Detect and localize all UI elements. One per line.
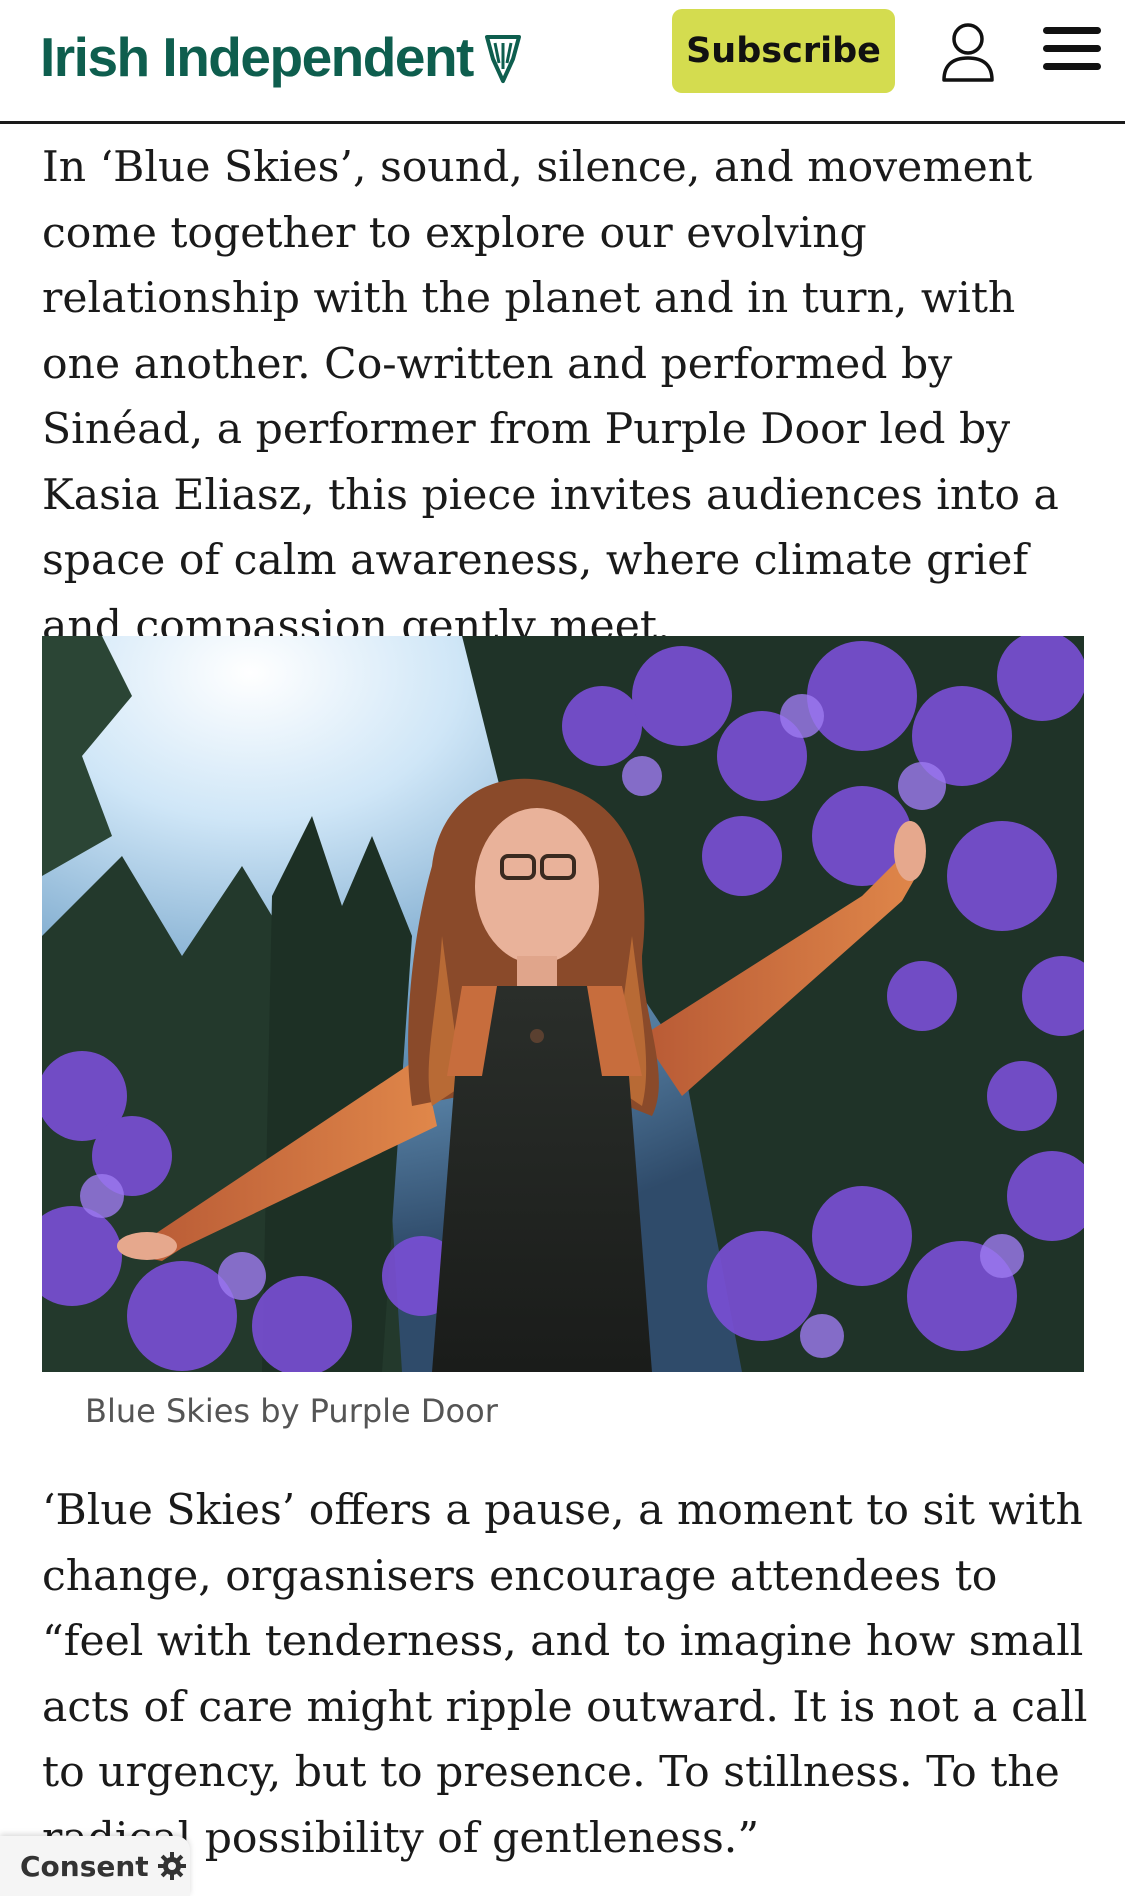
site-logo[interactable]: Irish Independent xyxy=(40,22,523,92)
logo-text: Irish Independent xyxy=(40,26,474,88)
article-paragraph-2: ‘Blue Skies’ offers a pause, a moment to… xyxy=(42,1486,1088,1863)
consent-button[interactable]: Consent xyxy=(0,1836,190,1896)
gear-icon xyxy=(157,1852,186,1880)
consent-label: Consent xyxy=(20,1849,149,1883)
performer-photo xyxy=(42,636,1084,1372)
menu-icon[interactable] xyxy=(1043,26,1101,72)
site-header: Irish Independent Subscribe xyxy=(0,0,1125,124)
account-icon[interactable] xyxy=(940,22,996,82)
image-caption: Blue Skies by Purple Door xyxy=(85,1392,498,1430)
article-paragraph-1: In ‘Blue Skies’, sound, silence, and mov… xyxy=(42,143,1059,651)
article-image xyxy=(42,636,1084,1372)
harp-icon xyxy=(484,35,521,83)
subscribe-button[interactable]: Subscribe xyxy=(672,9,895,93)
